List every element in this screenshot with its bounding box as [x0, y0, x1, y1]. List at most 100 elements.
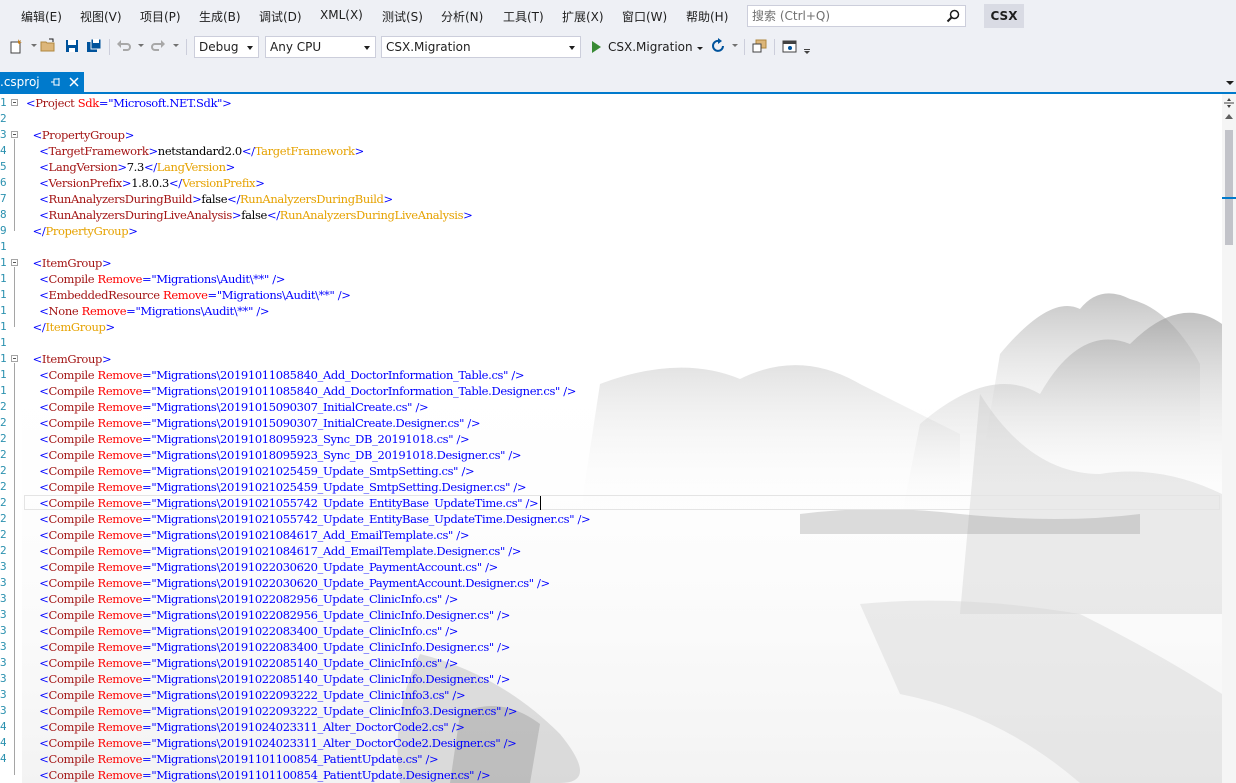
toolbar-options-icon[interactable] [802, 38, 812, 54]
tag-bracket: /> [508, 544, 522, 558]
attribute-equals: = [142, 640, 152, 654]
pin-icon[interactable] [50, 76, 62, 88]
attribute-equals: = [142, 432, 152, 446]
element-name: VersionPrefix [181, 176, 256, 190]
attribute-name: Remove [94, 704, 143, 718]
search-box[interactable] [747, 5, 966, 27]
split-window-icon[interactable] [1224, 98, 1234, 108]
menu-project[interactable]: 项目(P) [140, 8, 181, 25]
line-number: 10 [0, 239, 6, 255]
menu-debug[interactable]: 调试(D) [259, 8, 302, 25]
menu-window[interactable]: 窗口(W) [622, 8, 667, 25]
fold-toggle-icon[interactable] [11, 355, 18, 362]
caret-position-marker [1222, 197, 1236, 199]
element-name: LangVersion [156, 160, 226, 174]
menu-tools[interactable]: 工具(T) [503, 8, 544, 25]
tab-overflow-icon[interactable] [1226, 81, 1234, 85]
line-number-text: 4 [0, 144, 6, 157]
element-name: TargetFramework [48, 144, 149, 158]
line-number: 7 [0, 191, 6, 207]
element-name: Compile [48, 672, 95, 686]
code-line: <Compile Remove="Migrations\201910150903… [26, 399, 428, 415]
menu-help[interactable]: 帮助(H) [686, 8, 728, 25]
code-line: <None Remove="Migrations\Audit\**" /> [26, 303, 269, 319]
code-editor[interactable]: 1234567891011121314151617181920212223242… [0, 94, 1222, 783]
refresh-dropdown-icon[interactable] [732, 44, 738, 47]
fold-toggle-icon[interactable] [11, 259, 18, 266]
code-line: <LangVersion>7.3</LangVersion> [26, 159, 235, 175]
line-number-text: 13 [0, 288, 6, 301]
startup-project-select[interactable]: CSX.Migration [381, 36, 581, 58]
attribute-equals: = [142, 528, 152, 542]
new-project-dropdown-icon[interactable] [31, 44, 37, 47]
code-line: <Compile Remove="Migrations\201910180959… [26, 447, 521, 463]
line-number: 42 [0, 751, 6, 767]
tag-bracket: > [148, 144, 158, 158]
close-icon[interactable] [68, 76, 80, 88]
configuration-select[interactable]: Debug [194, 36, 259, 58]
line-number: 39 [0, 703, 6, 719]
scroll-up-icon[interactable] [1225, 114, 1233, 119]
menu-extensions[interactable]: 扩展(X) [562, 8, 604, 25]
tag-bracket: < [39, 368, 49, 382]
tag-bracket: /> [445, 624, 459, 638]
undo-icon[interactable] [116, 38, 132, 54]
element-name: Compile [48, 768, 95, 782]
scrollbar-thumb[interactable] [1225, 130, 1233, 245]
line-number: 36 [0, 655, 6, 671]
attribute-value: "Migrations\20191022082956_Update_Clinic… [151, 608, 494, 622]
code-text: false [241, 208, 267, 222]
chevron-down-icon[interactable] [697, 47, 703, 50]
save-icon[interactable] [64, 38, 80, 54]
new-project-icon[interactable] [8, 38, 24, 54]
attribute-name: Remove [94, 464, 143, 478]
attribute-value: "Migrations\20191021025459_Update_SmtpSe… [151, 464, 459, 478]
line-number-text: 19 [0, 384, 6, 397]
redo-dropdown-icon[interactable] [173, 44, 179, 47]
menu-edit[interactable]: 编辑(E) [21, 8, 62, 25]
menu-view[interactable]: 视图(V) [80, 8, 122, 25]
redo-icon[interactable] [150, 38, 166, 54]
line-number: 26 [0, 495, 6, 511]
refresh-icon[interactable] [710, 38, 726, 54]
tag-bracket: < [39, 544, 49, 558]
menu-analyze[interactable]: 分析(N) [441, 8, 483, 25]
browser-icon[interactable] [782, 38, 798, 54]
start-debugging-button[interactable]: CSX.Migration [588, 36, 706, 58]
tab-csproj[interactable]: .csproj [0, 72, 84, 93]
code-line: <Compile Remove="Migrations\201910210254… [26, 479, 526, 495]
menu-test[interactable]: 测试(S) [382, 8, 423, 25]
browser-link-icon[interactable] [752, 38, 768, 54]
platform-select[interactable]: Any CPU [265, 36, 376, 58]
line-number-text: 8 [0, 208, 6, 221]
open-folder-icon[interactable] [40, 38, 56, 54]
search-icon[interactable] [946, 9, 960, 23]
vertical-scrollbar[interactable] [1222, 94, 1236, 783]
element-name: EmbeddedResource [48, 288, 161, 302]
save-all-icon[interactable] [86, 38, 102, 54]
line-number-text: 37 [0, 672, 6, 685]
tag-bracket: /> [485, 560, 498, 574]
tag-bracket: < [32, 256, 43, 270]
line-number: 37 [0, 671, 6, 687]
search-input[interactable] [752, 8, 937, 24]
fold-toggle-icon[interactable] [11, 131, 18, 138]
tag-bracket: > [102, 352, 112, 366]
code-line: <Compile Remove="Migrations\201910220932… [26, 687, 465, 703]
line-number: 14 [0, 303, 6, 319]
attribute-equals: = [142, 512, 152, 526]
attribute-equals: = [142, 480, 152, 494]
attribute-equals: = [142, 624, 152, 638]
attribute-value: "Migrations\Audit\**" [135, 304, 254, 318]
menu-xml[interactable]: XML(X) [320, 8, 363, 22]
menu-build[interactable]: 生成(B) [199, 8, 241, 25]
profile-badge[interactable]: CSX [984, 4, 1024, 28]
tag-bracket: </ [32, 224, 46, 238]
line-number: 25 [0, 479, 6, 495]
tag-bracket: < [39, 704, 49, 718]
undo-dropdown-icon[interactable] [138, 44, 144, 47]
fold-toggle-icon[interactable] [11, 99, 18, 106]
